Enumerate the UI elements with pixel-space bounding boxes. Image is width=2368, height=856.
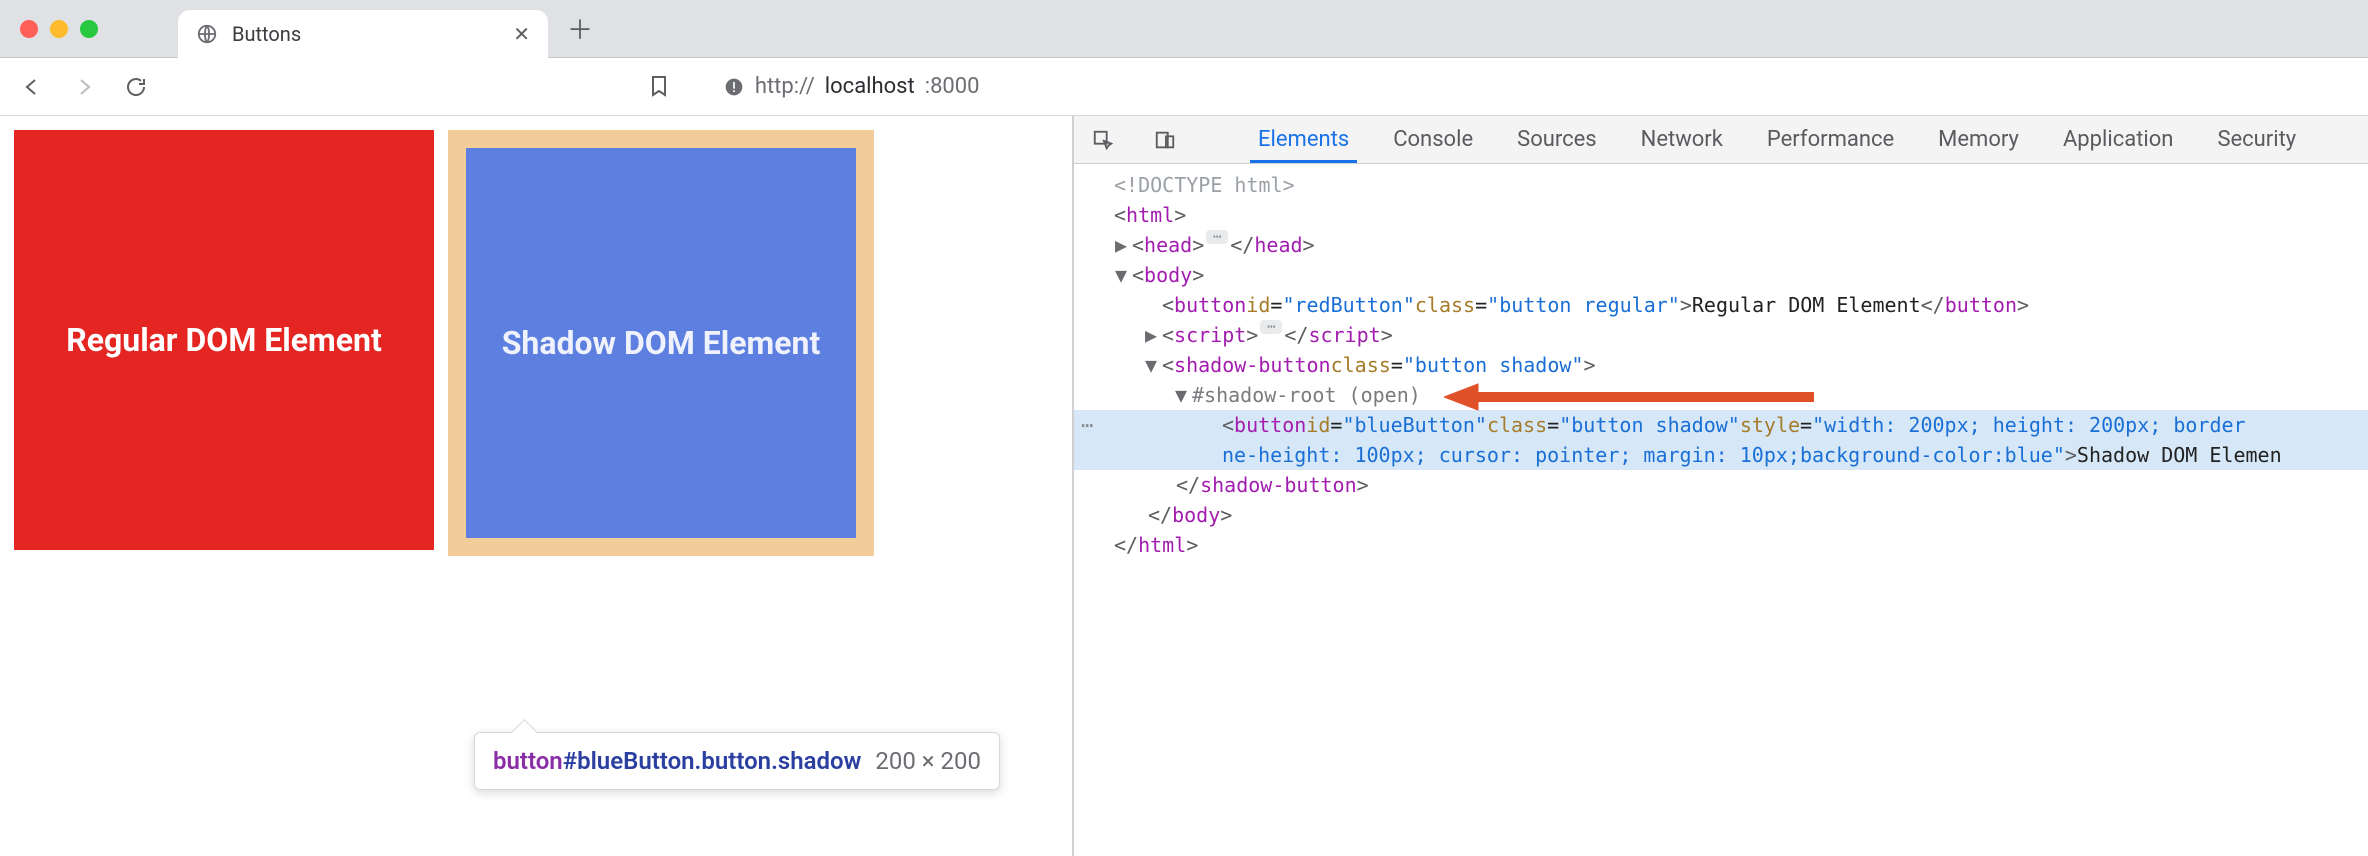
shadow-button-label: Shadow DOM Element xyxy=(502,324,821,362)
collapsed-ellipsis-icon[interactable]: ⋯ xyxy=(1260,320,1282,334)
url-scheme: http:// xyxy=(755,74,815,99)
collapsed-ellipsis-icon[interactable]: ⋯ xyxy=(1206,230,1228,244)
regular-dom-button[interactable]: Regular DOM Element xyxy=(14,130,434,550)
browser-toolbar: http:// localhost :8000 xyxy=(0,58,2368,116)
close-tab-icon[interactable]: ✕ xyxy=(513,22,530,46)
forward-button[interactable] xyxy=(70,73,98,101)
tooltip-dimensions: 200 × 200 xyxy=(875,747,981,775)
tab-security[interactable]: Security xyxy=(2213,117,2300,162)
disclosure-down-icon[interactable]: ▼ xyxy=(1114,260,1128,290)
browser-tabstrip: Buttons ✕ ＋ xyxy=(0,0,2368,58)
new-tab-button[interactable]: ＋ xyxy=(562,11,598,47)
dom-node-blue-button-cont[interactable]: ne-height: 100px; cursor: pointer; margi… xyxy=(1074,440,2368,470)
tab-application[interactable]: Application xyxy=(2059,117,2177,162)
globe-icon xyxy=(196,23,218,45)
devtools-tabs: Elements Console Sources Network Perform… xyxy=(1074,116,2368,164)
disclosure-right-icon[interactable]: ▶ xyxy=(1114,230,1128,260)
browser-tab[interactable]: Buttons ✕ xyxy=(178,10,548,58)
url-bar[interactable]: http:// localhost :8000 xyxy=(723,74,980,99)
url-port: :8000 xyxy=(925,74,980,99)
shadow-button-host[interactable]: Shadow DOM Element xyxy=(448,130,874,556)
disclosure-down-icon[interactable]: ▼ xyxy=(1144,350,1158,380)
disclosure-down-icon[interactable]: ▼ xyxy=(1174,380,1188,410)
regular-button-label: Regular DOM Element xyxy=(66,321,382,359)
dom-node-blue-button[interactable]: ⋯ <button id="blueButton" class="button … xyxy=(1074,410,2368,440)
elements-tree[interactable]: <!DOCTYPE html> <html> ▶<head>⋯</head> ▼… xyxy=(1074,164,2368,856)
back-button[interactable] xyxy=(18,73,46,101)
tab-network[interactable]: Network xyxy=(1637,117,1727,162)
tab-title: Buttons xyxy=(232,22,499,46)
dom-node-red-button[interactable]: <button id="redButton" class="button reg… xyxy=(1074,290,2368,320)
tab-memory[interactable]: Memory xyxy=(1934,117,2023,162)
url-host: localhost xyxy=(825,74,915,99)
reload-button[interactable] xyxy=(122,73,150,101)
selected-node-dots-icon[interactable]: ⋯ xyxy=(1078,410,1096,440)
dom-node-script[interactable]: ▶<script>⋯</script> xyxy=(1074,320,2368,350)
tab-elements[interactable]: Elements xyxy=(1254,117,1353,162)
zoom-window-button[interactable] xyxy=(80,20,98,38)
page-viewport: Regular DOM Element Shadow DOM Element b… xyxy=(0,116,1074,856)
tab-performance[interactable]: Performance xyxy=(1763,117,1898,162)
close-window-button[interactable] xyxy=(20,20,38,38)
bookmark-icon[interactable] xyxy=(647,74,673,100)
window-traffic-lights xyxy=(20,20,98,38)
tab-sources[interactable]: Sources xyxy=(1513,117,1601,162)
not-secure-icon xyxy=(723,76,745,98)
tooltip-tag: button xyxy=(493,747,563,775)
inspect-element-icon[interactable] xyxy=(1090,127,1116,153)
minimize-window-button[interactable] xyxy=(50,20,68,38)
shadow-dom-button[interactable]: Shadow DOM Element xyxy=(466,148,856,538)
element-inspect-tooltip: button#blueButton.button.shadow 200 × 20… xyxy=(474,732,1000,790)
dom-node-shadow-root[interactable]: ▼#shadow-root (open) xyxy=(1074,380,2368,410)
disclosure-right-icon[interactable]: ▶ xyxy=(1144,320,1158,350)
devtools-panel: Elements Console Sources Network Perform… xyxy=(1074,116,2368,856)
device-toolbar-icon[interactable] xyxy=(1152,127,1178,153)
dom-node-shadow-button[interactable]: ▼<shadow-button class="button shadow"> xyxy=(1074,350,2368,380)
tooltip-selector: #blueButton.button.shadow xyxy=(563,747,862,775)
dom-doctype: <!DOCTYPE html> xyxy=(1114,170,1295,200)
tab-console[interactable]: Console xyxy=(1389,117,1477,162)
